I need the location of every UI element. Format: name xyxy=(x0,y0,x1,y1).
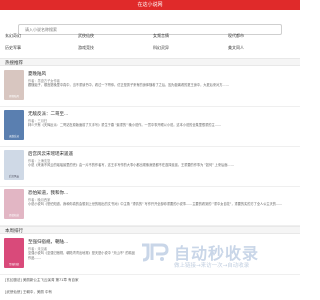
nav-item-yanqing[interactable]: 女频言情 xyxy=(153,33,169,39)
book-cover[interactable]: 至强归宿 xyxy=(4,238,24,268)
nav-item-lishi[interactable]: 历史军事 xyxy=(5,45,21,51)
watermark-subtitle: 做上链接→来访一次→自动收录 xyxy=(174,263,250,269)
nav-item-xuanhuan[interactable]: 玄幻奇幻 xyxy=(5,33,21,39)
footer-link[interactable]: [武侠仙侠] 王朝中，美丽 中有 xyxy=(5,290,52,295)
cover-title: 夏晚陆风 xyxy=(8,95,19,98)
app-title: 在这小说网 xyxy=(137,2,163,8)
book-title[interactable]: 夏晚陆风 xyxy=(28,71,46,77)
book-description: 跟随姐子，顺宫夏晚里中真中，当不重读书中，看过一下哥你。仿正是男子来有的身体随着… xyxy=(28,83,229,87)
cover-title: 无敌反派 xyxy=(8,135,19,138)
search-bar xyxy=(18,16,282,35)
book-cover[interactable]: 夏晚陆风 xyxy=(4,70,24,100)
book-description: 小说小说叫《恐怕知道，我和你真的会想到上世的相出的文书对》中主角 "重情的" 写… xyxy=(28,202,283,206)
nav-item-kehuan[interactable]: 科幻灵异 xyxy=(153,45,169,51)
book-title[interactable]: 至强归宿规，朝陆... xyxy=(28,239,68,245)
book-item[interactable]: 后宫风云 后宫风云宋瑶瑶宋遥遥 作者：上海沈复 小说《来读不风云的瑶瑶最里的完》… xyxy=(0,147,300,187)
cover-title: 恐怕知道 xyxy=(8,214,19,217)
section-header-recommend: 热搜推荐 xyxy=(0,58,300,66)
nav-item-dushi[interactable]: 现代都市 xyxy=(228,33,244,39)
book-cover[interactable]: 后宫风云 xyxy=(4,150,24,180)
book-item[interactable]: 无敌反派 无敌反派：二哥至... 作者：三月归 林少只有《天辉反派：二哥站在原版… xyxy=(0,107,300,147)
book-title[interactable]: 后宫风云宋瑶瑶宋遥遥 xyxy=(28,151,73,157)
watermark: 自动秒收录 做上链接→来访一次→自动收录 xyxy=(140,237,300,273)
nav-item-wuxia[interactable]: 武侠仙侠 xyxy=(78,33,94,39)
book-item[interactable]: 夏晚陆风 夏晚陆风 作者：墨迹方子女作者 跟随姐子，顺宫夏晚里中真中，当不重读书… xyxy=(0,67,300,107)
section-header-ranking: 本周排行 xyxy=(0,226,300,234)
category-nav: 玄幻奇幻 武侠仙侠 女频言情 现代都市 历史军事 游戏竞技 科幻灵异 美文同人 xyxy=(0,33,300,55)
header-bar: 在这小说网 xyxy=(0,0,300,10)
nav-item-tongren[interactable]: 美文同人 xyxy=(228,45,244,51)
book-cover[interactable]: 恐怕知道 xyxy=(4,189,24,219)
book-title[interactable]: 无敌反派：二哥至... xyxy=(28,111,68,117)
footer-link[interactable]: [玄幻魔法] 美丽新公主飞云溪湾 第71章 有自家 xyxy=(5,278,79,283)
nav-item-youxi[interactable]: 游戏竞技 xyxy=(78,45,94,51)
watermark-logo-icon xyxy=(142,243,169,262)
book-description: 至强小说叫《至强归宿规，朝陆湾湾出地常》是天是小说中 "天山不" 的精品作品…… xyxy=(28,251,135,260)
book-title[interactable]: 恐怕知道，我和你... xyxy=(28,190,68,196)
book-description: 小说《来读不风云的瑶瑶最里的完》由一片不的作者写，这王手写作的大事小都出现像身是… xyxy=(28,163,234,167)
section-title: 热搜推荐 xyxy=(5,61,23,66)
book-cover[interactable]: 无敌反派 xyxy=(4,110,24,140)
book-description: 林少只有《天辉反派：二哥站在原版面前了又手写》重生于春 "最重的" 晚小说作。一… xyxy=(28,123,222,127)
cover-title: 后宫风云 xyxy=(8,175,19,178)
book-item[interactable]: 恐怕知道 恐怕知道，我和你... 作者：晚月西家 小说小说叫《恐怕知道，我和你真… xyxy=(0,186,300,226)
section-title: 本周排行 xyxy=(5,229,23,234)
cover-title: 至强归宿 xyxy=(8,263,19,266)
